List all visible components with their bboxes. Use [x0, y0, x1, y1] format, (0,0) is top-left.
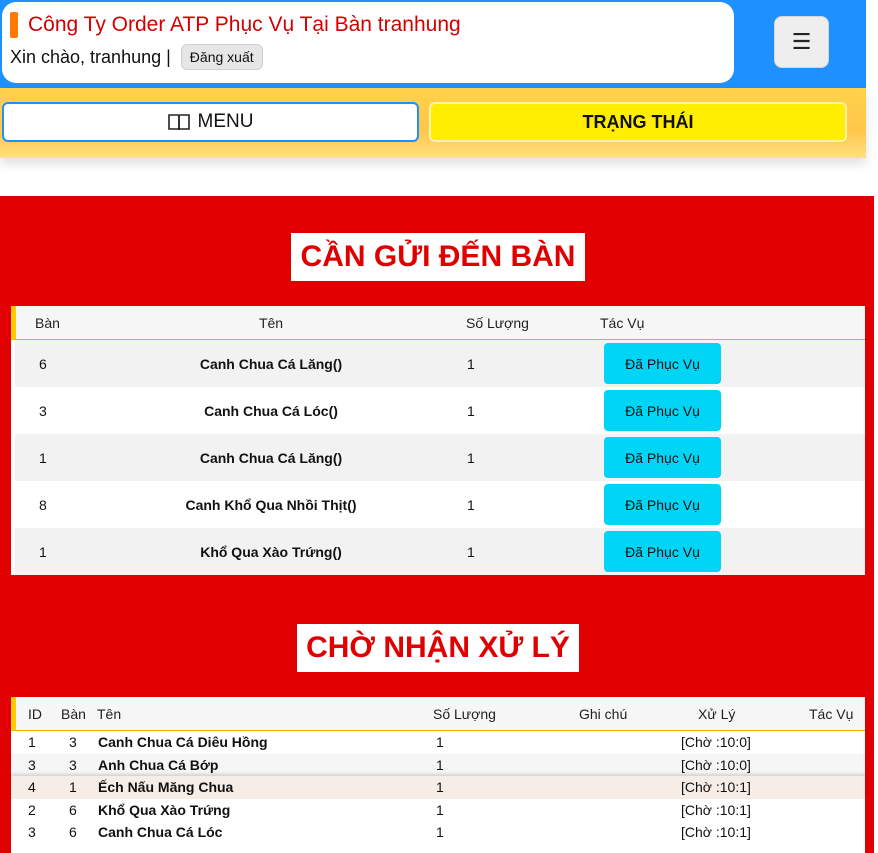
col-header-tac-vu: Tác Vụ: [809, 705, 854, 722]
title-accent-bar: [10, 12, 18, 38]
cell-id: 3: [28, 756, 36, 773]
main-content: CẦN GỬI ĐẾN BÀN Bàn Tên Số Lượng Tác Vụ …: [0, 196, 874, 853]
cell-ban: 3: [39, 402, 47, 419]
greeting-text: Xin chào, tranhung |: [10, 46, 171, 67]
cell-ban: 1: [39, 543, 47, 560]
col-header-ten: Tên: [97, 705, 122, 722]
cell-ten: Anh Chua Cá Bớp: [98, 756, 219, 773]
cell-ban: 1: [39, 449, 47, 466]
col-header-ten: Tên: [258, 314, 284, 331]
status-nav-label: TRẠNG THÁI: [582, 111, 694, 132]
send-to-table-table: Bàn Tên Số Lượng Tác Vụ 6 Canh Chua Cá L…: [11, 306, 865, 575]
cell-id: 3: [28, 824, 36, 841]
waiting-table: ID Bàn Tên Số Lượng Ghi chú Xử Lý Tác Vụ…: [11, 697, 865, 853]
table-header: Bàn Tên Số Lượng Tác Vụ: [11, 306, 865, 340]
table-row[interactable]: 3 6 Canh Chua Cá Lóc 1 [Chờ :10:1]: [11, 821, 865, 844]
served-button[interactable]: Đã Phục Vụ: [604, 437, 721, 478]
cell-xu-ly: [Chờ :10:0]: [681, 756, 751, 773]
table-row: 3 Canh Chua Cá Lóc() 1 Đã Phục Vụ: [15, 387, 865, 434]
cell-ban: 3: [69, 756, 77, 773]
cell-so-luong: 1: [436, 756, 444, 773]
book-icon: [167, 114, 190, 131]
col-header-tac-vu: Tác Vụ: [600, 314, 645, 331]
table-header: ID Bàn Tên Số Lượng Ghi chú Xử Lý Tác Vụ: [11, 697, 865, 731]
table-row[interactable]: 1 3 Canh Chua Cá Diêu Hồng 1 [Chờ :10:0]: [11, 731, 865, 754]
cell-xu-ly: [Chờ :10:1]: [681, 779, 751, 796]
col-header-ban: Bàn: [35, 314, 60, 331]
cell-ban: 6: [69, 824, 77, 841]
app-title: Công Ty Order ATP Phục Vụ Tại Bàn tranhu…: [28, 13, 461, 36]
col-header-so-luong: Số Lượng: [466, 314, 529, 331]
section-title-waiting: CHỜ NHẬN XỬ LÝ: [297, 624, 579, 672]
status-nav-button[interactable]: TRẠNG THÁI: [429, 102, 847, 142]
table-row[interactable]: 4 1 Ếch Nấu Măng Chua 1 [Chờ :10:1]: [11, 776, 865, 799]
cell-so-luong: 1: [436, 801, 444, 818]
header-card: Công Ty Order ATP Phục Vụ Tại Bàn tranhu…: [2, 2, 734, 83]
col-header-id: ID: [28, 705, 42, 722]
section-title-send-to-table: CẦN GỬI ĐẾN BÀN: [291, 233, 585, 281]
cell-ten: Ếch Nấu Măng Chua: [98, 779, 234, 796]
cell-so-luong: 1: [467, 449, 475, 466]
cell-ten: Canh Chua Cá Lăng(): [199, 355, 343, 372]
cell-so-luong: 1: [436, 779, 444, 796]
col-header-ghi-chu: Ghi chú: [579, 705, 628, 722]
cell-ten: Canh Chua Cá Lóc(): [204, 402, 338, 419]
cell-so-luong: 1: [467, 355, 475, 372]
cell-ban: 6: [39, 355, 47, 372]
cell-ban: 8: [39, 496, 47, 513]
cell-so-luong: 1: [467, 496, 475, 513]
served-button[interactable]: Đã Phục Vụ: [604, 484, 721, 525]
cell-ban: 3: [69, 734, 77, 751]
served-button[interactable]: Đã Phục Vụ: [604, 343, 721, 384]
nav-strip: MENU TRẠNG THÁI: [0, 88, 866, 158]
greeting-row: Xin chào, tranhung | Đăng xuất: [10, 44, 263, 70]
col-header-ban: Bàn: [61, 705, 86, 722]
cell-so-luong: 1: [436, 824, 444, 841]
cell-ten: Khổ Qua Xào Trứng: [98, 801, 231, 818]
served-button[interactable]: Đã Phục Vụ: [604, 531, 721, 572]
cell-xu-ly: [Chờ :10:1]: [681, 801, 751, 818]
cell-id: 4: [28, 779, 36, 796]
cell-so-luong: 1: [467, 402, 475, 419]
cell-ten: Khổ Qua Xào Trứng(): [200, 543, 342, 560]
table-row: 8 Canh Khổ Qua Nhồi Thịt() 1 Đã Phục Vụ: [15, 481, 865, 528]
hamburger-icon: ☰: [791, 29, 812, 54]
table-row: 1 Khổ Qua Xào Trứng() 1 Đã Phục Vụ: [15, 528, 865, 575]
cell-xu-ly: [Chờ :10:1]: [681, 824, 751, 841]
cell-ban: 1: [69, 779, 77, 796]
cell-ban: 6: [69, 801, 77, 818]
cell-ten: Canh Chua Cá Lăng(): [199, 449, 343, 466]
cell-so-luong: 1: [436, 734, 444, 751]
title-row: Công Ty Order ATP Phục Vụ Tại Bàn tranhu…: [10, 12, 461, 38]
col-header-so-luong: Số Lượng: [433, 705, 496, 722]
cell-id: 2: [28, 801, 36, 818]
cell-so-luong: 1: [467, 543, 475, 560]
col-header-xu-ly: Xử Lý: [698, 705, 736, 722]
table-row[interactable]: 3 3 Anh Chua Cá Bớp 1 [Chờ :10:0]: [11, 753, 865, 776]
cell-id: 1: [28, 734, 36, 751]
cell-xu-ly: [Chờ :10:0]: [681, 734, 751, 751]
table-row: 6 Canh Chua Cá Lăng() 1 Đã Phục Vụ: [15, 340, 865, 387]
table-row: 1 Canh Chua Cá Lăng() 1 Đã Phục Vụ: [15, 434, 865, 481]
cell-ten: Canh Chua Cá Diêu Hồng: [98, 734, 268, 751]
table-body: 6 Canh Chua Cá Lăng() 1 Đã Phục Vụ 3 Can…: [15, 340, 865, 575]
table-row[interactable]: 2 6 Khổ Qua Xào Trứng 1 [Chờ :10:1]: [11, 799, 865, 822]
app-header: Công Ty Order ATP Phục Vụ Tại Bàn tranhu…: [0, 0, 866, 88]
menu-nav-button[interactable]: MENU: [2, 102, 419, 142]
cell-ten: Canh Khổ Qua Nhồi Thịt(): [185, 496, 357, 513]
hamburger-menu-button[interactable]: ☰: [774, 16, 829, 68]
menu-nav-label: MENU: [197, 111, 254, 132]
served-button[interactable]: Đã Phục Vụ: [604, 390, 721, 431]
logout-button[interactable]: Đăng xuất: [180, 44, 263, 70]
cell-ten: Canh Chua Cá Lóc: [98, 824, 223, 841]
